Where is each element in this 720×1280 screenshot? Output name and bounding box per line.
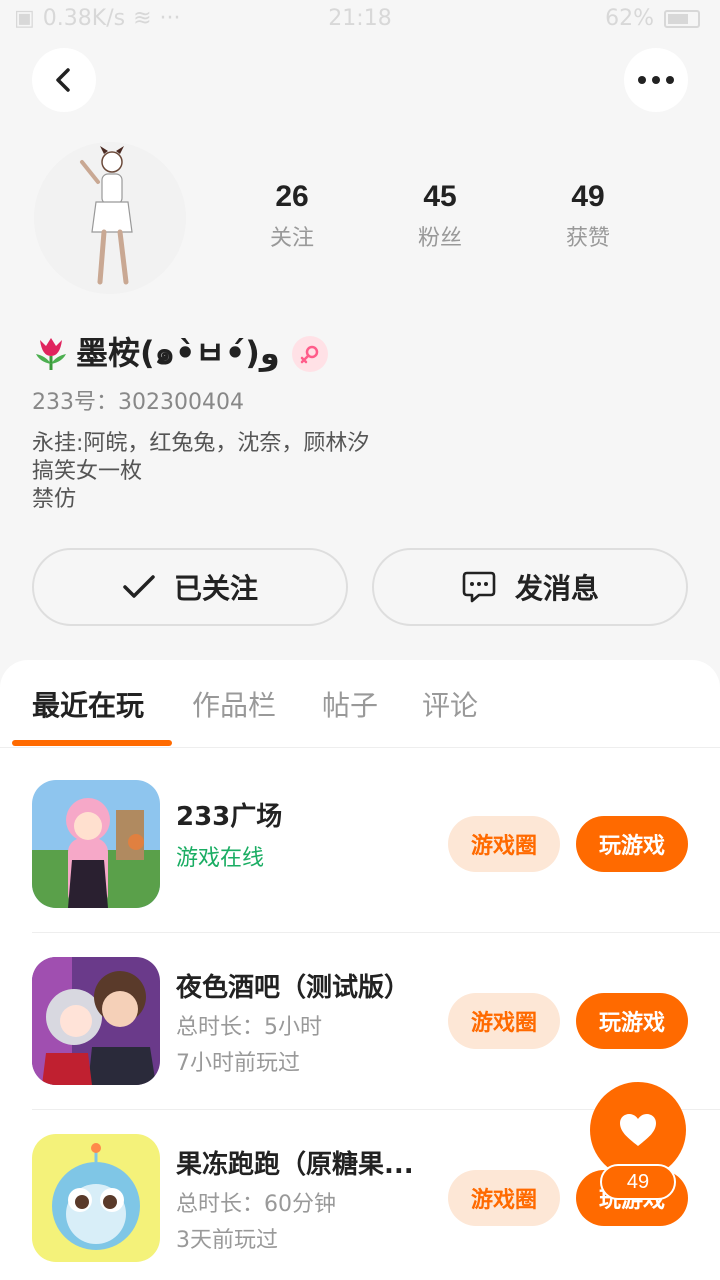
game-playtime: 总时长：5小时 [176, 1015, 322, 1040]
check-icon [123, 575, 155, 598]
user-id: 233号：302300404 [32, 390, 244, 415]
fans-count: 45 [423, 180, 457, 213]
game-circle-button[interactable]: 游戏圈 [448, 816, 560, 872]
tab-bar: 最近在玩 作品栏 帖子 评论 [0, 660, 720, 748]
bio: 永挂:阿皖，红兔兔，沈奈，顾林汐 搞笑女一枚 禁仿 [32, 430, 369, 514]
play-game-button[interactable]: 玩游戏 [576, 816, 688, 872]
bio-line: 搞笑女一枚 [32, 459, 143, 484]
back-icon [56, 68, 70, 92]
following-label: 关注 [269, 226, 314, 251]
avatar[interactable] [34, 142, 186, 294]
likes-count: 49 [571, 180, 605, 213]
tab-recently-played[interactable]: 最近在玩 [32, 684, 144, 724]
stat-following[interactable]: 26 关注 [232, 180, 352, 252]
message-button[interactable]: 发消息 [372, 548, 688, 626]
following-count: 26 [275, 180, 309, 213]
followed-label: 已关注 [173, 572, 258, 605]
tab-works[interactable]: 作品栏 [192, 684, 276, 724]
chat-bubble-icon [462, 571, 496, 603]
game-last-played: 7小时前玩过 [176, 1051, 300, 1076]
game-icon [32, 1134, 160, 1262]
game-playtime: 总时长：60分钟 [176, 1192, 336, 1217]
active-tab-indicator [12, 740, 172, 746]
followed-button[interactable]: 已关注 [32, 548, 348, 626]
bio-line: 禁仿 [32, 487, 77, 512]
fans-label: 粉丝 [417, 226, 462, 251]
battery-level: 62% [605, 6, 654, 31]
game-icon [32, 780, 160, 908]
game-item[interactable]: 夜色酒吧（测试版） 总时长：5小时 7小时前玩过 游戏圈 玩游戏 [32, 932, 720, 1085]
heart-icon [620, 1114, 656, 1146]
more-button[interactable] [624, 48, 688, 112]
game-circle-button[interactable]: 游戏圈 [448, 993, 560, 1049]
username: 墨桉(๑•̀ㅂ•́)و [76, 334, 280, 372]
game-item[interactable]: 233广场 游戏在线 游戏圈 玩游戏 [32, 766, 720, 916]
game-last-played: 3天前玩过 [176, 1228, 278, 1253]
tab-posts[interactable]: 帖子 [322, 684, 378, 724]
game-title: 果冻跑跑（原糖果... [176, 1150, 414, 1180]
battery-icon [664, 9, 700, 28]
likes-label: 获赞 [565, 226, 610, 251]
game-circle-button[interactable]: 游戏圈 [448, 1170, 560, 1226]
bio-line: 永挂:阿皖，红兔兔，沈奈，顾林汐 [32, 431, 370, 456]
tab-comments[interactable]: 评论 [422, 684, 478, 724]
avatar-image [34, 142, 186, 294]
message-label: 发消息 [514, 572, 599, 605]
more-icon [638, 76, 674, 84]
back-button[interactable] [32, 48, 96, 112]
stat-likes[interactable]: 49 获赞 [528, 180, 648, 252]
like-count-badge: 49 [600, 1164, 676, 1200]
game-status: 游戏在线 [176, 846, 265, 871]
game-title: 233广场 [176, 802, 283, 832]
game-icon [32, 957, 160, 1085]
play-game-button[interactable]: 玩游戏 [576, 993, 688, 1049]
status-bar: ▣ 0.38K/s ≋ ··· 21:18 62% [0, 0, 720, 40]
name-row: 墨桉(๑•̀ㅂ•́)و [32, 328, 328, 379]
game-title: 夜色酒吧（测试版） [176, 973, 411, 1003]
female-icon [291, 335, 328, 372]
tulip-icon [36, 337, 66, 370]
stat-fans[interactable]: 45 粉丝 [380, 180, 500, 252]
